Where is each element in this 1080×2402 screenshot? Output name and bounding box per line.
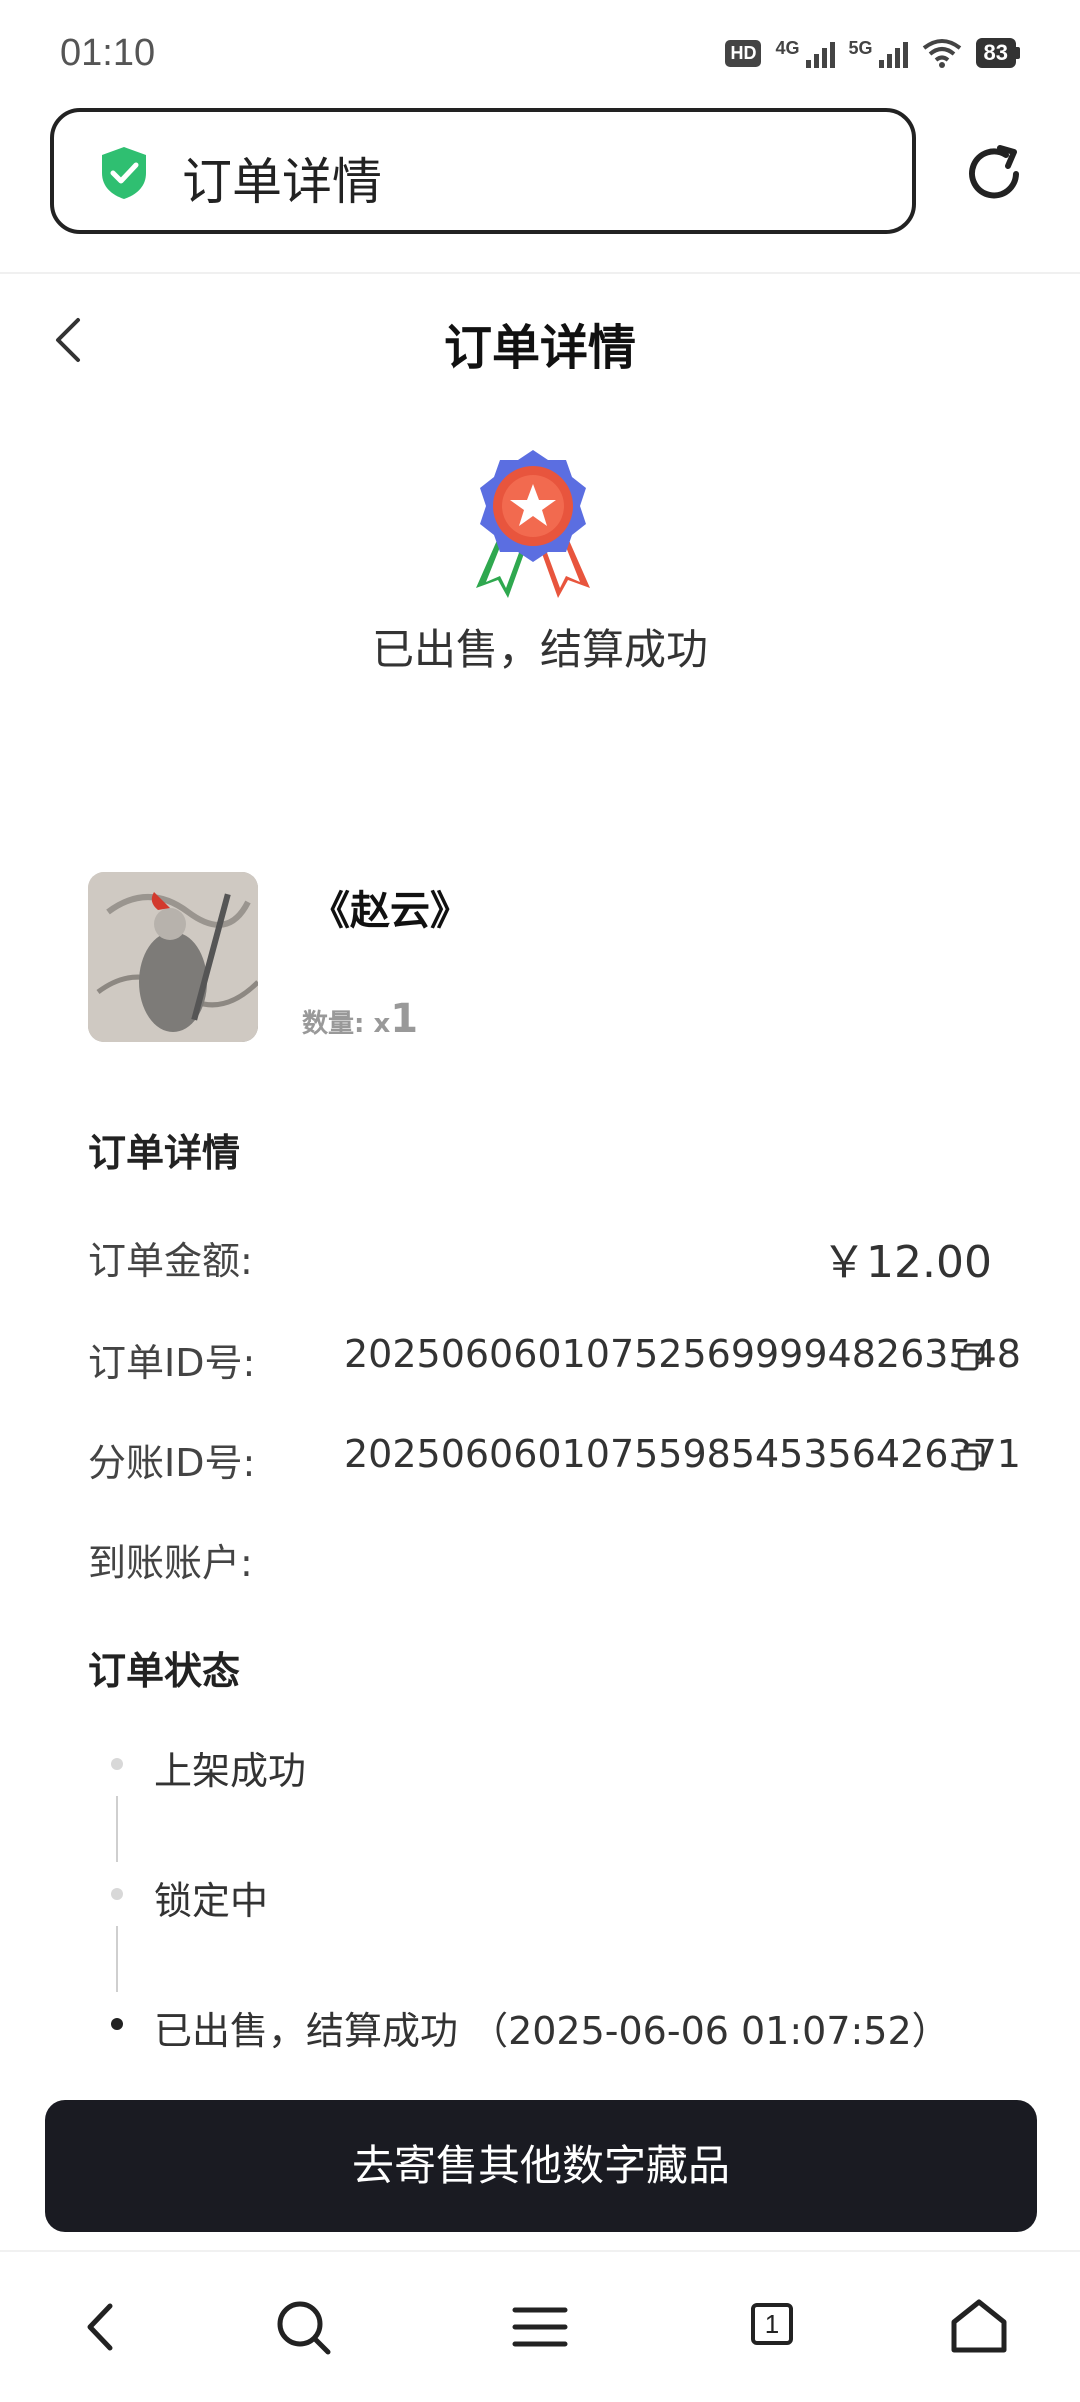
menu-icon[interactable] — [505, 2292, 575, 2362]
quantity-value: 1 — [390, 996, 419, 1042]
status-time: 01:10 — [60, 32, 156, 74]
order-id-label: 订单ID号: — [88, 1341, 256, 1385]
copy-icon[interactable] — [956, 1342, 986, 1372]
quantity: 数量: x1 — [302, 996, 418, 1042]
product-name: 《赵云》 — [310, 888, 470, 934]
back-icon[interactable] — [66, 2292, 136, 2362]
timeline-dot — [111, 1888, 123, 1900]
order-id-value: 2025060601075256999948263548 — [344, 1332, 1021, 1376]
status-section-title: 订单状态 — [88, 1649, 241, 1693]
network-5g-label: 5G — [848, 38, 873, 58]
sold-status-text: 已出售，结算成功 — [371, 625, 708, 674]
signal-icon-2 — [878, 38, 908, 68]
timeline-dot-active — [111, 2018, 123, 2030]
split-id-label: 分账ID号: — [88, 1441, 256, 1485]
refresh-icon[interactable] — [960, 140, 1028, 208]
status-bar: 01:10 HD 4G 5G 83 — [0, 0, 1080, 100]
page-title: 订单详情 — [443, 320, 636, 376]
battery-icon: 83 — [975, 38, 1020, 68]
address-title: 订单详情 — [182, 153, 382, 211]
quantity-label: 数量: — [302, 1009, 365, 1039]
consign-other-button[interactable]: 去寄售其他数字藏品 — [45, 2100, 1037, 2232]
timeline-step: 锁定中 — [154, 1879, 269, 1923]
wifi-icon — [922, 39, 961, 68]
split-id-value: 2025060601075598545356426371 — [344, 1432, 1021, 1476]
timeline-step: 上架成功 — [154, 1749, 307, 1793]
status-icons: HD 4G 5G 83 — [725, 38, 1020, 68]
tabs-icon[interactable]: 1 — [740, 2292, 810, 2362]
timeline-line — [116, 1926, 118, 1992]
timeline-step: 已出售，结算成功 （2025-06-06 01:07:52） — [154, 2009, 950, 2053]
tab-count: 1 — [751, 2303, 793, 2345]
signal-icon — [805, 38, 835, 68]
bottom-nav: 1 — [0, 2250, 1080, 2402]
warrior-artwork — [88, 872, 258, 1042]
hd-icon: HD — [725, 39, 762, 67]
timeline-dot — [111, 1758, 123, 1770]
header-divider — [0, 272, 1080, 274]
amount-value: ￥12.00 — [822, 1237, 992, 1288]
amount-label: 订单金额: — [88, 1239, 253, 1283]
battery-level: 83 — [975, 38, 1016, 68]
shield-check-icon — [102, 147, 146, 199]
account-label: 到账账户: — [88, 1541, 253, 1585]
details-section-title: 订单详情 — [88, 1131, 241, 1175]
home-icon[interactable] — [944, 2292, 1014, 2362]
medal-star-icon — [476, 450, 590, 598]
timeline-line — [116, 1796, 118, 1862]
address-bar[interactable]: 订单详情 — [50, 108, 916, 234]
quantity-prefix: x — [373, 1009, 391, 1039]
product-image[interactable] — [88, 872, 258, 1042]
search-icon[interactable] — [268, 2292, 338, 2362]
network-4g-label: 4G — [775, 38, 800, 58]
copy-icon-2[interactable] — [956, 1442, 986, 1472]
